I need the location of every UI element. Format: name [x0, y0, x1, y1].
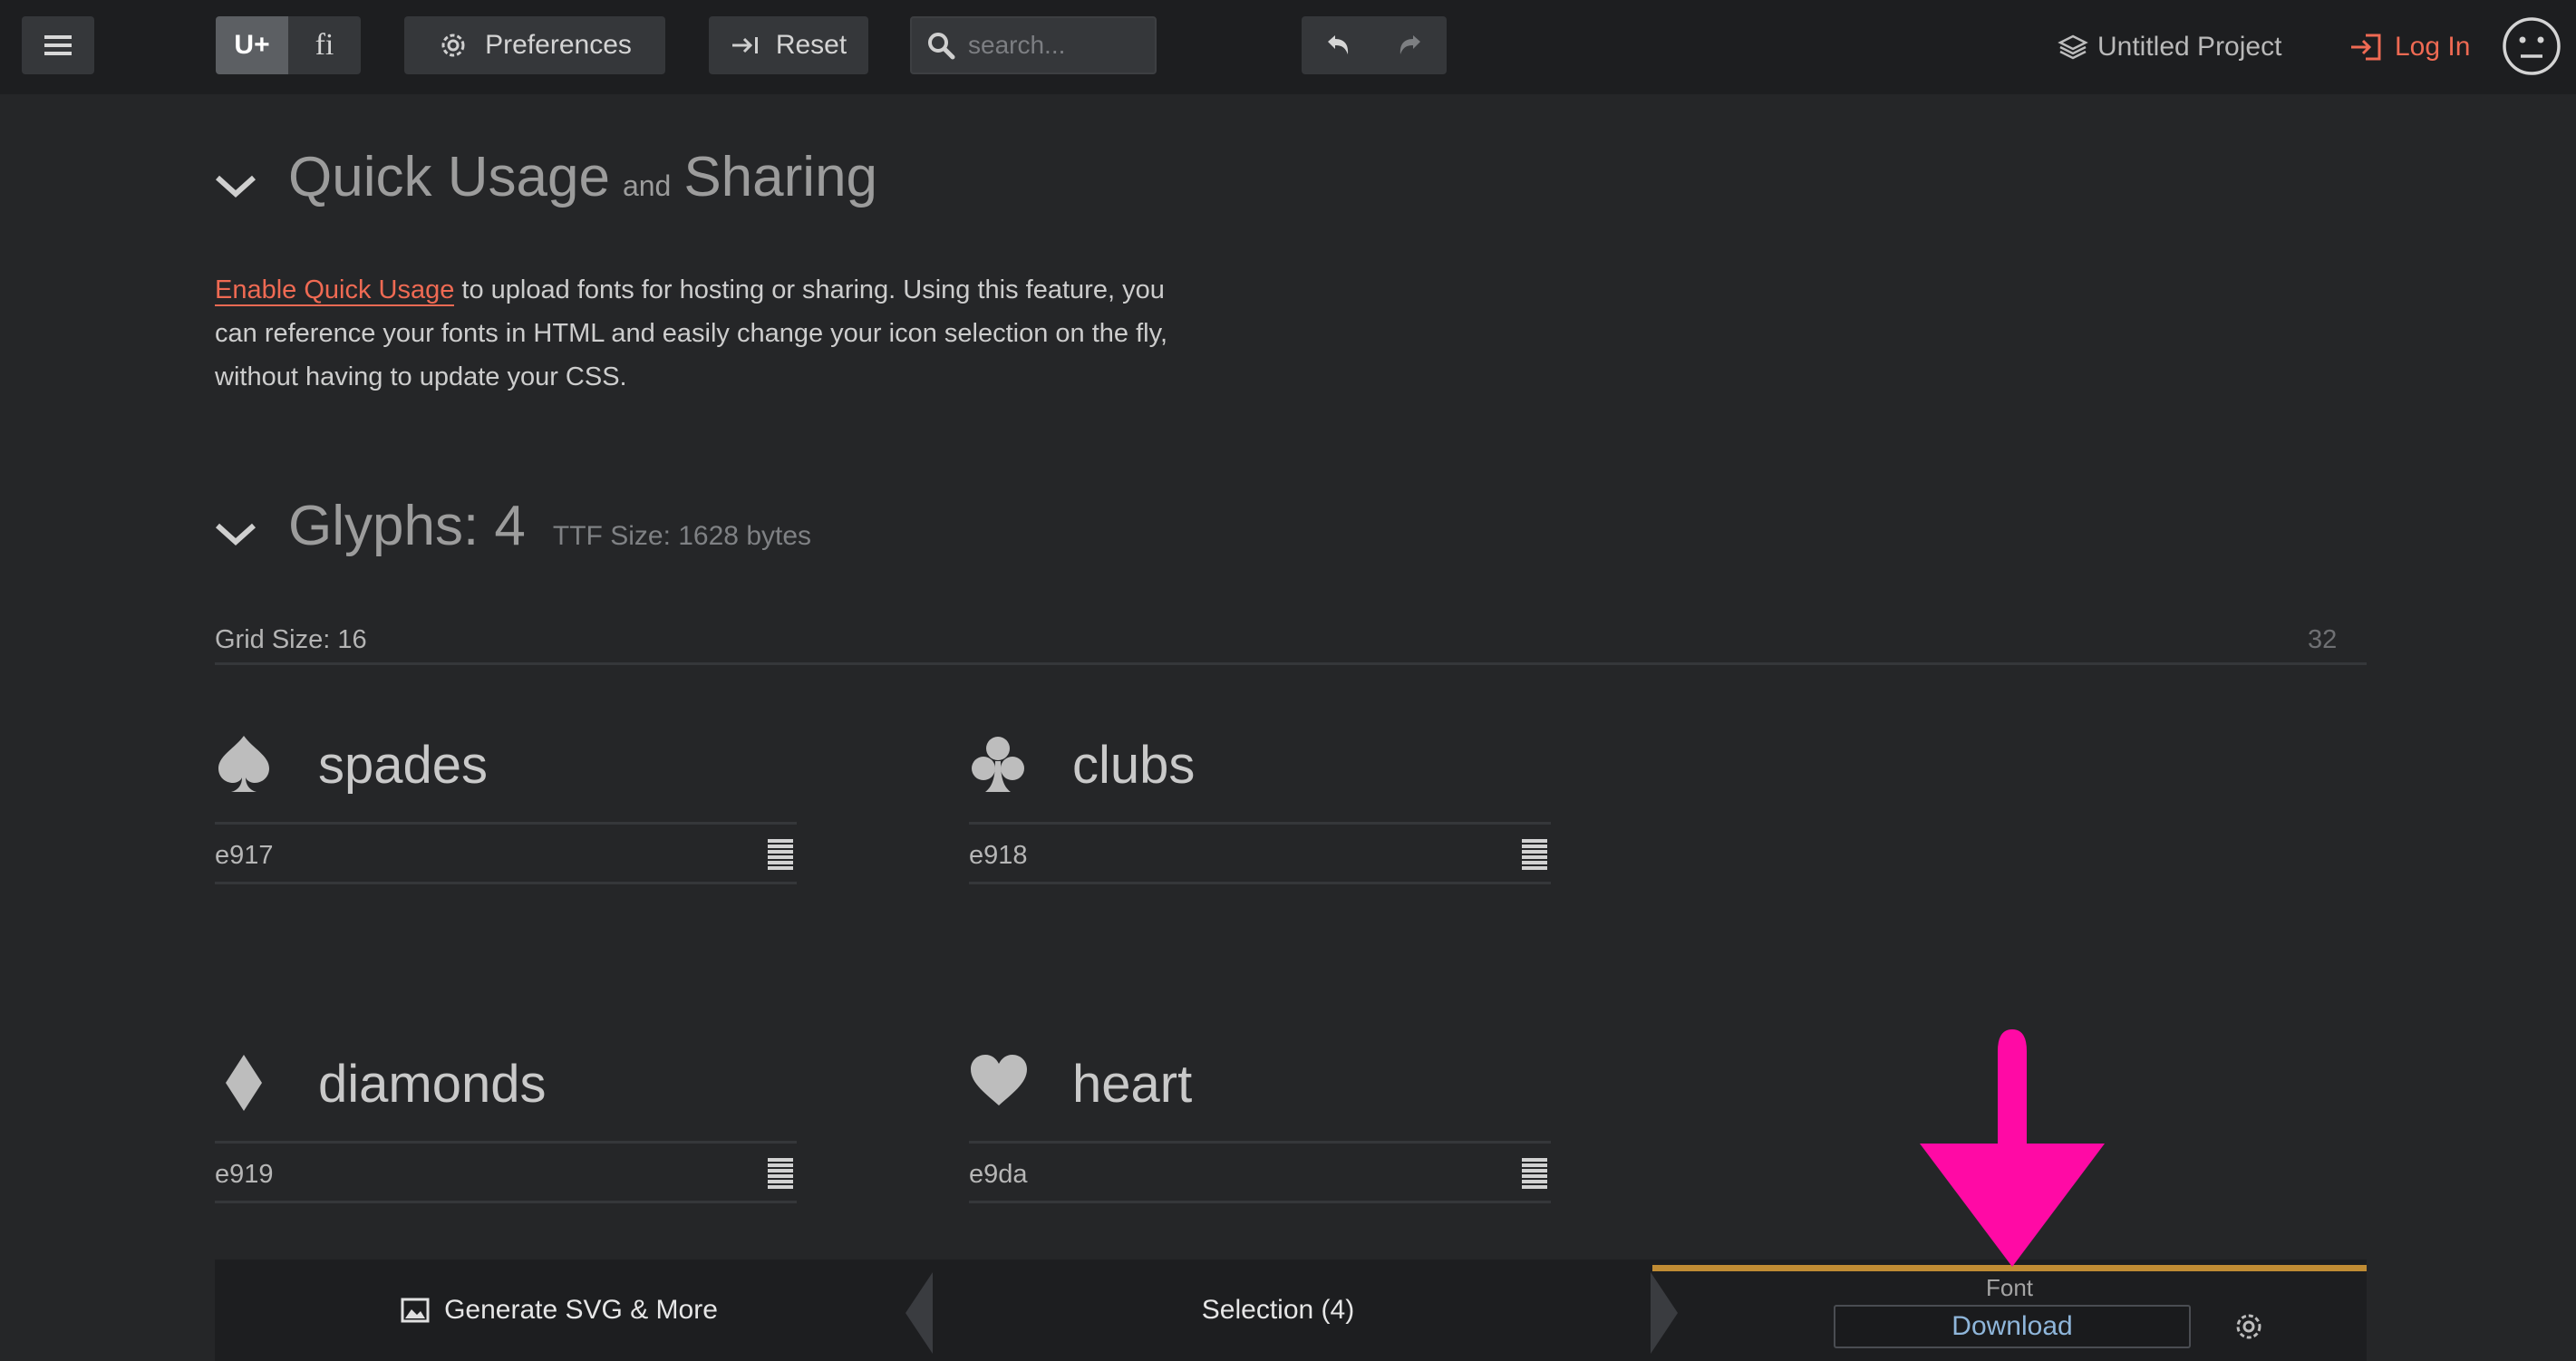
ligature-view-toggle[interactable]: fi	[288, 16, 361, 74]
tab-separator	[905, 1272, 933, 1354]
glyph-code[interactable]: e918	[969, 837, 1028, 874]
quick-usage-heading: Quick Usage and Sharing	[288, 146, 878, 208]
gear-icon	[441, 34, 465, 57]
search-box	[910, 16, 1157, 74]
hamburger-icon	[44, 35, 72, 55]
list-menu-icon[interactable]	[768, 839, 793, 874]
image-icon	[401, 1298, 430, 1323]
list-menu-icon[interactable]	[1522, 1158, 1547, 1192]
glyph-name[interactable]: diamonds	[318, 1053, 546, 1116]
selection-tab[interactable]: Selection (4)	[935, 1260, 1622, 1361]
undo-button[interactable]	[1302, 16, 1374, 74]
quick-usage-description: Enable Quick Usage to upload fonts for h…	[215, 275, 1168, 391]
avatar-icon[interactable]	[2502, 16, 2561, 76]
undo-icon	[1328, 35, 1349, 54]
divider	[969, 882, 1551, 884]
diamonds-icon	[226, 1055, 262, 1111]
redo-icon	[1399, 35, 1420, 54]
top-toolbar: U+ fi Preferences Reset search... Untitl…	[0, 0, 2576, 94]
grid-size-max: 32	[2308, 625, 2338, 654]
layers-icon	[2058, 34, 2088, 60]
gear-icon[interactable]	[2232, 1310, 2265, 1343]
generate-svg-tab[interactable]: Generate SVG & More	[215, 1260, 904, 1361]
chevron-down-icon[interactable]	[214, 172, 257, 201]
preferences-button[interactable]: Preferences	[404, 16, 665, 74]
divider	[969, 1201, 1551, 1203]
search-input[interactable]	[968, 31, 1149, 60]
reset-icon	[731, 37, 758, 53]
divider	[215, 1141, 797, 1144]
list-menu-icon[interactable]	[1522, 839, 1547, 874]
spades-icon	[218, 736, 269, 792]
clubs-icon	[972, 737, 1024, 792]
divider	[215, 822, 797, 825]
glyphs-heading: Glyphs: 4 TTF Size: 1628 bytes	[288, 495, 812, 557]
font-tab-label: Font	[1985, 1274, 2034, 1301]
glyph-name[interactable]: spades	[318, 734, 488, 797]
reset-button[interactable]: Reset	[709, 16, 868, 74]
project-title-button[interactable]: Untitled Project	[2058, 27, 2281, 67]
grid-size-label: Grid Size: 16	[215, 625, 367, 654]
enable-quick-usage-link[interactable]: Enable Quick Usage	[215, 275, 455, 306]
glyph-code[interactable]: e917	[215, 837, 274, 874]
grid-size-slider[interactable]	[215, 662, 2367, 665]
list-menu-icon[interactable]	[768, 1158, 793, 1192]
glyph-code[interactable]: e919	[215, 1156, 274, 1192]
font-tab[interactable]: Font Download	[1652, 1260, 2367, 1361]
search-icon	[928, 33, 955, 60]
heart-icon	[971, 1055, 1027, 1105]
divider	[969, 822, 1551, 825]
glyph-name[interactable]: heart	[1072, 1053, 1192, 1116]
unicode-view-toggle[interactable]: U+	[216, 16, 288, 74]
login-link[interactable]: Log In	[2349, 27, 2470, 67]
annotation-arrow-icon	[1920, 1029, 2105, 1267]
divider	[215, 1201, 797, 1203]
divider	[215, 882, 797, 884]
login-icon	[2351, 34, 2381, 61]
chevron-down-icon[interactable]	[214, 520, 257, 549]
glyph-code[interactable]: e9da	[969, 1156, 1028, 1192]
download-button[interactable]: Download	[1834, 1305, 2191, 1348]
glyph-name[interactable]: clubs	[1072, 734, 1195, 797]
main-menu-button[interactable]	[22, 16, 94, 74]
redo-button[interactable]	[1374, 16, 1447, 74]
divider	[969, 1141, 1551, 1144]
bottom-bar: Generate SVG & More Selection (4) Font D…	[215, 1260, 2367, 1361]
